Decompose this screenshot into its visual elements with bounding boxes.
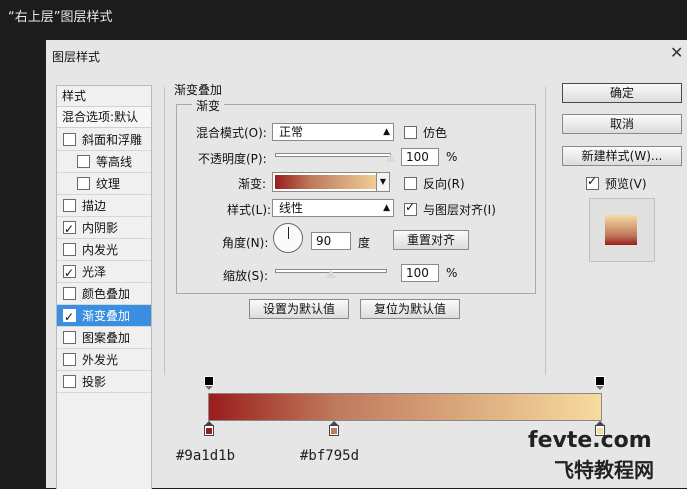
preview-box xyxy=(589,198,655,262)
sidebar-item[interactable]: 斜面和浮雕 xyxy=(57,129,151,151)
close-icon[interactable]: ✕ xyxy=(670,43,683,62)
opacity-stop-left[interactable] xyxy=(204,376,214,390)
scale-slider-thumb[interactable] xyxy=(326,270,336,278)
sidebar-item-checkbox[interactable] xyxy=(63,243,76,256)
sidebar-item-label: 等高线 xyxy=(96,155,133,169)
sidebar-item[interactable]: 等高线 xyxy=(57,151,151,173)
scale-label: 缩放(S): xyxy=(223,269,269,283)
gradient-preview-swatch xyxy=(275,175,387,189)
sidebar-item-checkbox[interactable] xyxy=(77,155,90,168)
updown-arrow-icon: ▲ xyxy=(383,203,390,213)
sidebar-item[interactable]: 内发光 xyxy=(57,239,151,261)
sidebar-item-label: 颜色叠加 xyxy=(82,287,131,301)
color-stop-2[interactable] xyxy=(329,421,340,439)
sidebar-item[interactable]: 描边 xyxy=(57,195,151,217)
color-stop-1-hex: #9a1d1b xyxy=(176,448,236,464)
sidebar-item-label: 投影 xyxy=(82,375,107,389)
align-with-layer-checkbox[interactable]: 与图层对齐(I) xyxy=(404,200,496,218)
cancel-button[interactable]: 取消 xyxy=(562,114,682,134)
color-stop-1[interactable] xyxy=(204,421,214,439)
sidebar-item[interactable]: 颜色叠加 xyxy=(57,283,151,305)
reset-align-button[interactable]: 重置对齐 xyxy=(393,230,469,250)
tutorial-caption: “右上层”图层样式 xyxy=(8,10,113,25)
group-title: 渐变 xyxy=(192,97,225,114)
dither-checkbox[interactable]: 仿色 xyxy=(404,124,447,141)
dialog-title: 图层样式 xyxy=(52,50,101,64)
gradient-picker[interactable] xyxy=(272,172,390,192)
sidebar-item[interactable]: 纹理 xyxy=(57,173,151,195)
opacity-slider-thumb[interactable] xyxy=(386,154,396,162)
style-select[interactable]: 线性 ▲ xyxy=(272,199,394,217)
sidebar-item-label: 渐变叠加 xyxy=(82,309,131,323)
sidebar-item[interactable]: 渐变叠加 xyxy=(57,305,151,328)
sidebar-item-checkbox[interactable] xyxy=(63,375,76,388)
opacity-input[interactable]: 100 xyxy=(401,148,439,166)
sidebar-item-label: 图案叠加 xyxy=(82,331,131,345)
gradient-editor-bar[interactable] xyxy=(208,393,602,421)
preview-swatch xyxy=(605,215,637,245)
sidebar-item-label: 内发光 xyxy=(82,243,119,257)
opacity-stop-right[interactable] xyxy=(595,376,605,390)
sidebar-item[interactable]: 投影 xyxy=(57,371,151,393)
sidebar-blend-options[interactable]: 混合选项:默认 xyxy=(57,107,151,128)
reverse-checkbox[interactable]: 反向(R) xyxy=(404,175,465,192)
sidebar-item-label: 纹理 xyxy=(96,177,121,191)
scale-input[interactable]: 100 xyxy=(401,264,439,282)
opacity-slider-track[interactable] xyxy=(275,153,391,157)
scale-percent: % xyxy=(446,266,458,280)
sidebar-item[interactable]: 图案叠加 xyxy=(57,327,151,349)
sidebar-item-checkbox[interactable] xyxy=(63,199,76,212)
opacity-label: 不透明度(P): xyxy=(198,152,267,166)
sidebar-item-label: 光泽 xyxy=(82,265,107,279)
sidebar-item-label: 斜面和浮雕 xyxy=(82,133,143,147)
angle-label: 角度(N): xyxy=(222,236,269,250)
ok-button[interactable]: 确定 xyxy=(562,83,682,103)
sidebar-item-checkbox[interactable] xyxy=(63,331,76,344)
sidebar-item[interactable]: 光泽 xyxy=(57,261,151,284)
sidebar-item-checkbox[interactable] xyxy=(63,133,76,146)
sidebar-item-checkbox[interactable] xyxy=(77,177,90,190)
preview-checkbox[interactable]: 预览(V) xyxy=(586,174,647,192)
set-default-button[interactable]: 设置为默认值 xyxy=(249,299,349,319)
blend-mode-value: 正常 xyxy=(279,125,304,139)
sidebar-item-label: 内阴影 xyxy=(82,221,119,235)
reset-default-button[interactable]: 复位为默认值 xyxy=(360,299,460,319)
sidebar-item-label: 外发光 xyxy=(82,353,119,367)
angle-dial[interactable] xyxy=(273,223,303,253)
sidebar-item-checkbox[interactable] xyxy=(63,306,76,328)
style-value: 线性 xyxy=(279,201,304,215)
blend-mode-select[interactable]: 正常 ▲ xyxy=(272,123,394,141)
preview-label: 预览(V) xyxy=(605,177,647,191)
watermark-site-name: 飞特教程网 xyxy=(554,458,654,482)
sidebar-header: 样式 xyxy=(57,86,151,107)
watermark-domain: fevte.com xyxy=(528,428,652,453)
sidebar-item[interactable]: 内阴影 xyxy=(57,217,151,240)
gradient-label: 渐变: xyxy=(238,177,267,191)
angle-unit: 度 xyxy=(358,236,371,250)
sidebar-item-checkbox[interactable] xyxy=(63,262,76,284)
color-stop-2-hex: #bf795d xyxy=(300,448,360,464)
styles-sidebar: 样式 混合选项:默认 斜面和浮雕等高线纹理描边内阴影内发光光泽颜色叠加渐变叠加图… xyxy=(56,85,152,489)
gradient-dropdown-arrow-icon[interactable]: ▼ xyxy=(376,172,390,192)
style-label: 样式(L): xyxy=(227,203,272,217)
updown-arrow-icon: ▲ xyxy=(383,127,390,137)
layer-style-dialog: 图层样式 ✕ 样式 混合选项:默认 斜面和浮雕等高线纹理描边内阴影内发光光泽颜色… xyxy=(46,40,687,489)
blend-mode-label: 混合模式(O): xyxy=(196,126,267,140)
sidebar-item-checkbox[interactable] xyxy=(63,287,76,300)
new-style-button[interactable]: 新建样式(W)... xyxy=(562,146,682,166)
angle-input[interactable]: 90 xyxy=(311,232,351,250)
dither-label: 仿色 xyxy=(423,126,448,140)
sidebar-item[interactable]: 外发光 xyxy=(57,349,151,371)
reverse-label: 反向(R) xyxy=(423,177,465,191)
align-with-layer-label: 与图层对齐(I) xyxy=(423,203,496,217)
opacity-percent: % xyxy=(446,150,458,164)
angle-dial-needle xyxy=(288,227,289,239)
sidebar-item-checkbox[interactable] xyxy=(63,218,76,240)
sidebar-item-checkbox[interactable] xyxy=(63,353,76,366)
sidebar-item-label: 描边 xyxy=(82,199,107,213)
